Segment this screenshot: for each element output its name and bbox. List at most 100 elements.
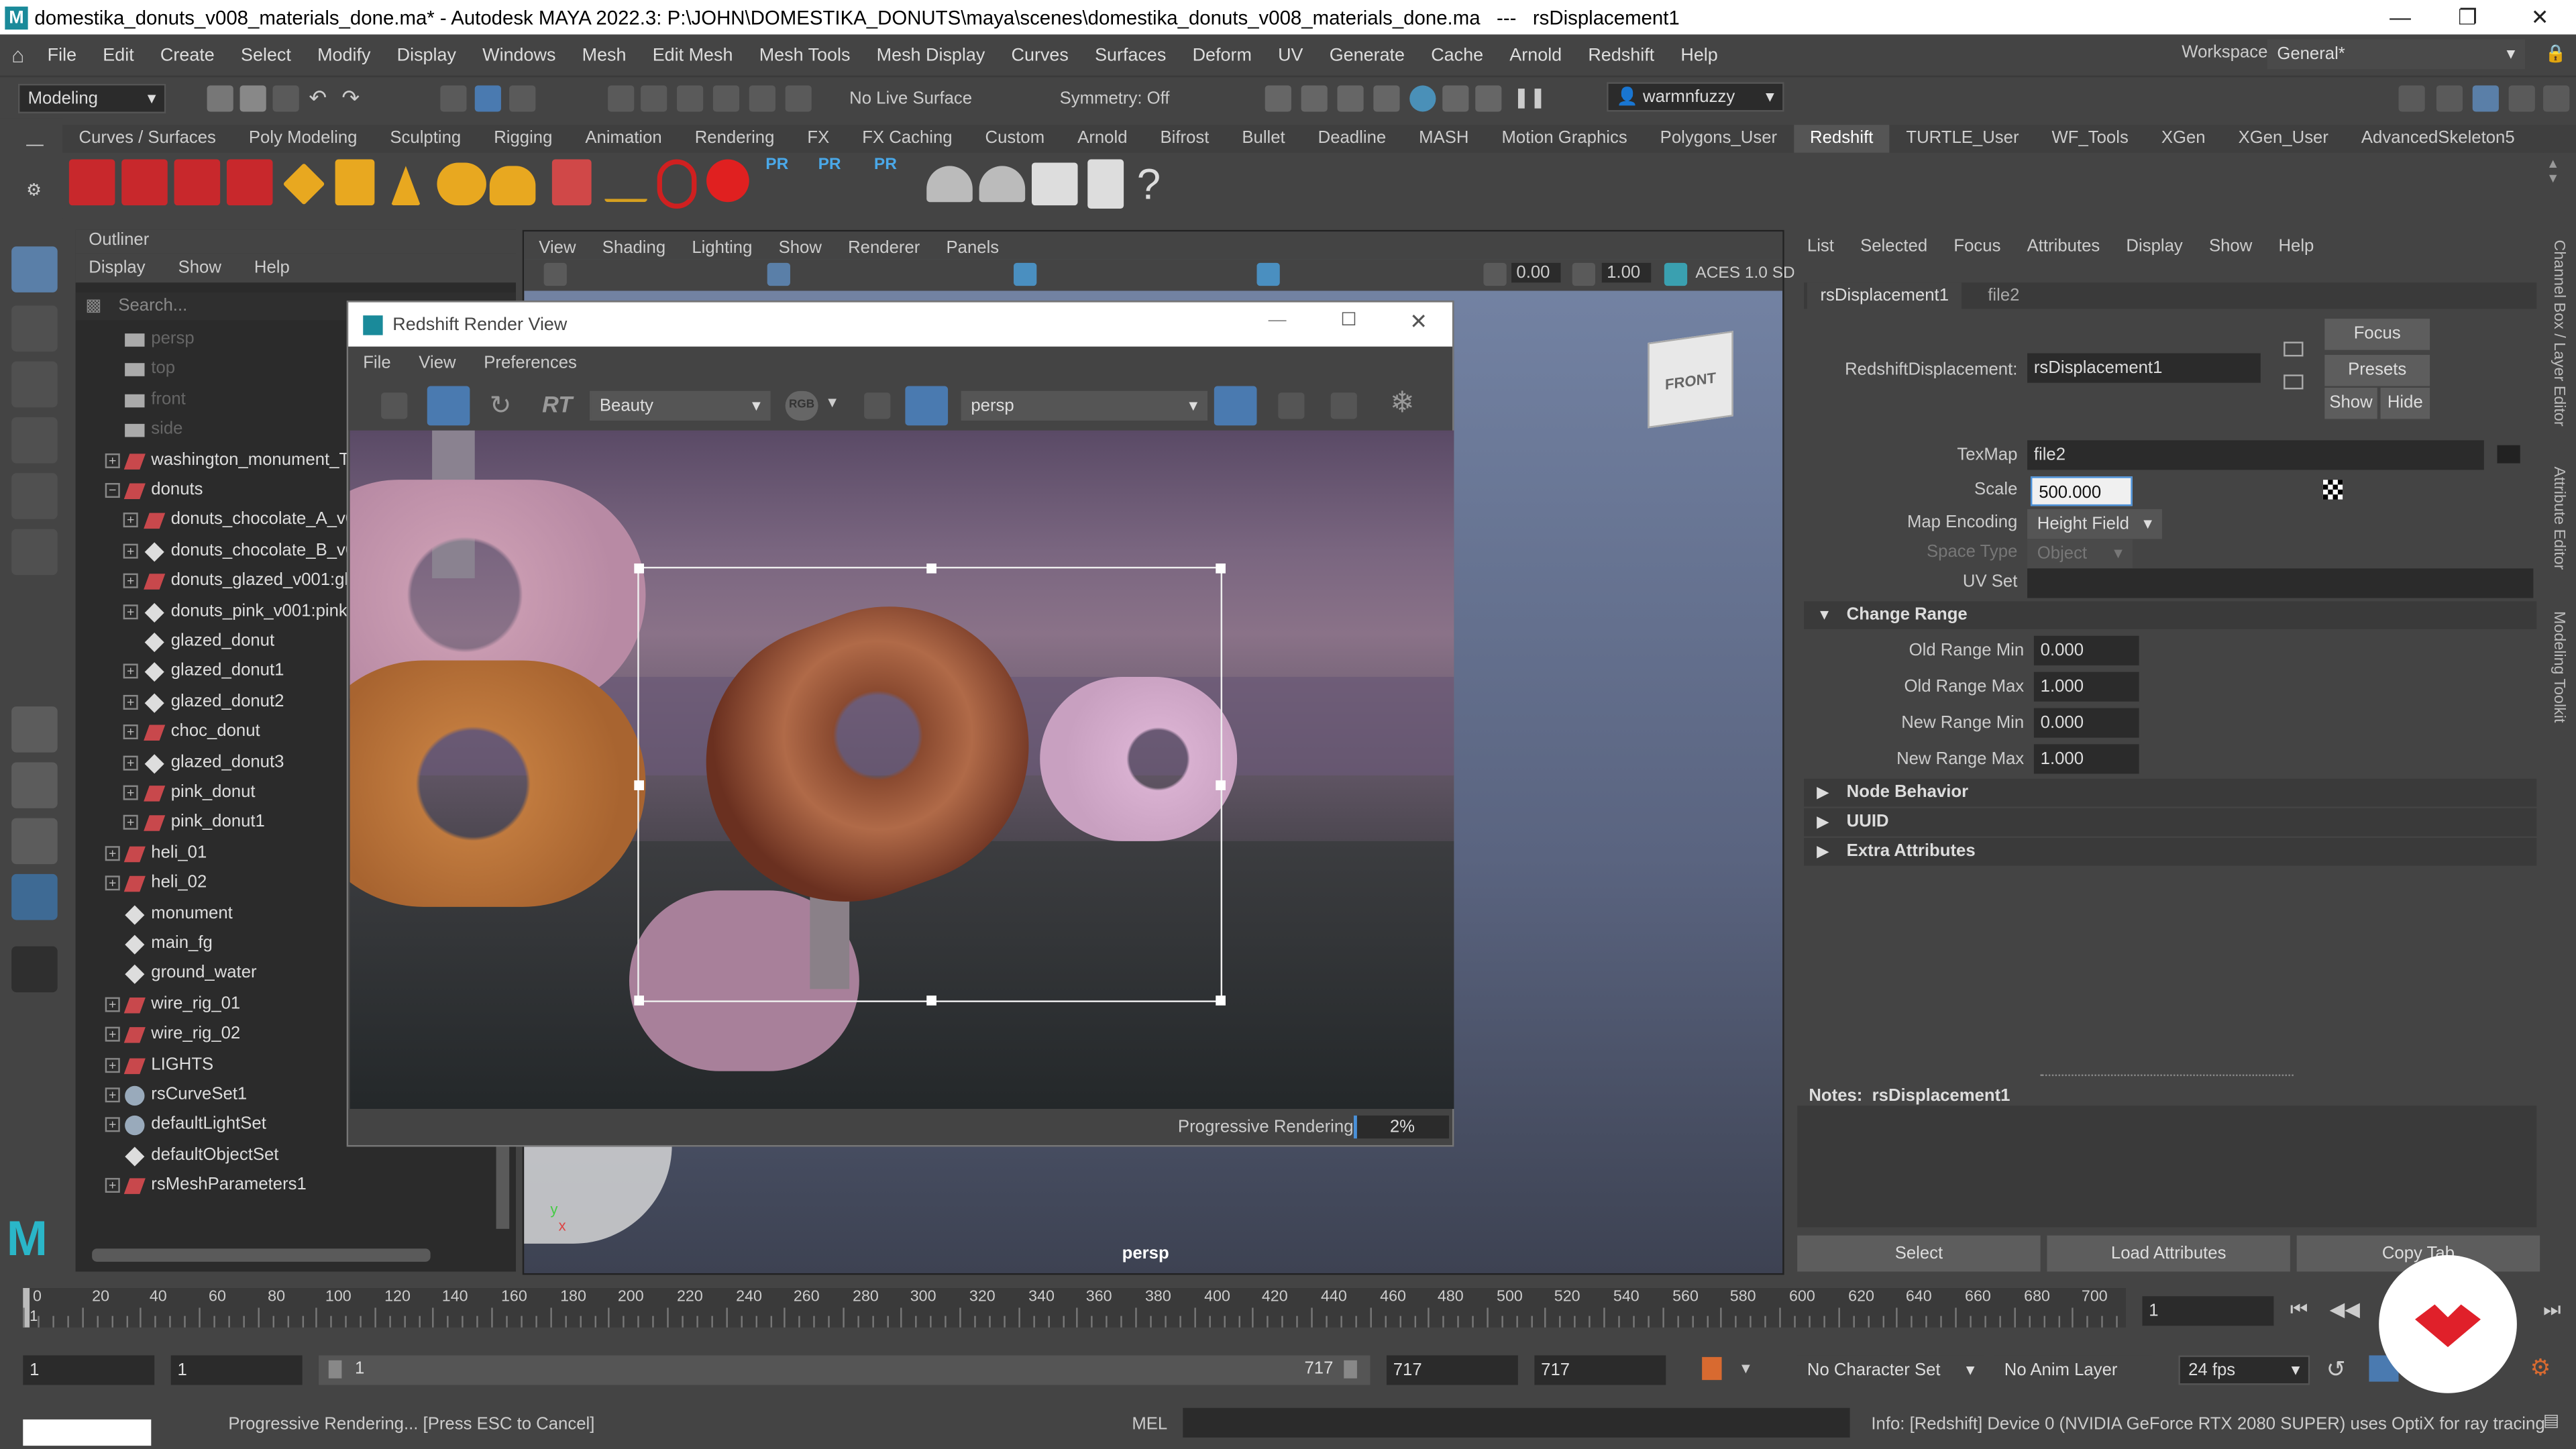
scale-field[interactable]: 500.000 <box>2030 476 2133 506</box>
rs-batch-render-icon[interactable] <box>121 159 168 206</box>
rs-hair-icon[interactable] <box>604 166 647 203</box>
redshift-render-icon[interactable] <box>1409 85 1436 112</box>
uv-set-field[interactable] <box>2027 568 2534 598</box>
new-range-max-field[interactable]: 1.000 <box>2033 744 2139 774</box>
snapshot-icon[interactable] <box>1475 85 1502 112</box>
select-component-icon[interactable] <box>509 85 536 112</box>
two-view-icon[interactable] <box>11 818 58 865</box>
shelf-tab-polygons-user[interactable]: Polygons_User <box>1644 125 1793 153</box>
undo-icon[interactable]: ↶ <box>309 85 335 111</box>
rs-proxy-icon[interactable] <box>551 159 592 206</box>
shelf-tab-advancedskeleton5[interactable]: AdvancedSkeleton5 <box>2345 125 2531 153</box>
shelf-tab-bullet[interactable]: Bullet <box>1226 125 1301 153</box>
anim-layer-dropdown[interactable]: No Anim Layer <box>1994 1355 2153 1385</box>
move-tool-icon[interactable] <box>11 417 58 464</box>
expand-toggle-icon[interactable]: + <box>105 1027 120 1042</box>
rs-proxy-create-icon[interactable]: PR <box>874 156 907 209</box>
redo-icon[interactable]: ↷ <box>341 85 368 111</box>
shelf-tab-redshift[interactable]: Redshift <box>1793 125 1890 153</box>
aov-dropdown[interactable]: Beauty ▾ <box>590 390 771 421</box>
shelf-tab-rigging[interactable]: Rigging <box>478 125 569 153</box>
expand-toggle-icon[interactable]: + <box>123 574 138 589</box>
clapper-icon[interactable] <box>381 392 408 419</box>
snapshot-compare-icon[interactable] <box>1278 392 1305 419</box>
playback-start-field[interactable]: 1 <box>170 1355 303 1385</box>
viewport-menu-shading[interactable]: Shading <box>602 237 665 257</box>
layout-icon-1[interactable] <box>2398 85 2425 112</box>
gamma-icon[interactable] <box>1572 262 1595 286</box>
modeling-toolkit-tab[interactable]: Modeling Toolkit <box>2550 611 2568 722</box>
shelf-tab-sculpting[interactable]: Sculpting <box>374 125 478 153</box>
viewport-menu-panels[interactable]: Panels <box>947 237 1000 257</box>
rs-proxy-export-icon[interactable]: PR <box>765 156 798 209</box>
shelf-tab-animation[interactable]: Animation <box>569 125 678 153</box>
rs-render-view-icon[interactable] <box>68 159 115 206</box>
open-scene-icon[interactable] <box>239 85 266 112</box>
select-object-icon[interactable] <box>474 85 501 112</box>
rs-ipr-icon[interactable] <box>174 159 221 206</box>
presets-button[interactable]: Presets <box>2324 354 2430 386</box>
loop-icon[interactable]: ↺ <box>2326 1355 2346 1383</box>
focus-output-icon[interactable] <box>2284 374 2304 390</box>
shelf-tab-xgen-user[interactable]: XGen_User <box>2222 125 2345 153</box>
focus-button[interactable]: Focus <box>2324 319 2430 350</box>
node-name-field[interactable]: rsDisplacement1 <box>2027 353 2261 383</box>
ipr-icon[interactable] <box>1301 85 1328 112</box>
menu-edit-mesh[interactable]: Edit Mesh <box>653 45 733 64</box>
rs-environment-icon[interactable] <box>979 166 1026 203</box>
region-handle-r[interactable] <box>1216 780 1226 790</box>
scene-start-field[interactable]: 1 <box>23 1355 155 1385</box>
command-history-field[interactable] <box>23 1419 152 1446</box>
shelf-settings-icon[interactable]: ⚙ <box>26 180 42 200</box>
focus-input-icon[interactable] <box>2284 341 2304 357</box>
shelf-tab-motion-graphics[interactable]: Motion Graphics <box>1485 125 1644 153</box>
fps-dropdown[interactable]: 24 fps ▾ <box>2178 1355 2310 1385</box>
expand-toggle-icon[interactable]: + <box>123 755 138 770</box>
shelf-tab-deadline[interactable]: Deadline <box>1301 125 1402 153</box>
checker-map-icon[interactable] <box>2322 480 2343 500</box>
snap-curve-icon[interactable] <box>641 85 667 112</box>
menu-mesh-tools[interactable]: Mesh Tools <box>759 45 851 64</box>
render-view-menu-preferences[interactable]: Preferences <box>484 354 577 373</box>
exposure-icon[interactable] <box>1483 262 1507 286</box>
shelf-tab-turtle-user[interactable]: TURTLE_User <box>1890 125 2035 153</box>
rs-script-icon[interactable] <box>1031 162 1078 206</box>
snap-surface-icon[interactable] <box>712 85 740 112</box>
menu-windows[interactable]: Windows <box>482 45 555 64</box>
extra-attributes-frame[interactable]: ▶ Extra Attributes <box>1804 837 2537 866</box>
channel-box-tab[interactable]: Channel Box / Layer Editor <box>2550 240 2568 427</box>
menu-redshift[interactable]: Redshift <box>1588 45 1654 64</box>
smooth-shade-icon[interactable] <box>1014 262 1037 286</box>
camera-icon[interactable] <box>543 262 567 286</box>
shelf-tab-fx-caching[interactable]: FX Caching <box>846 125 969 153</box>
shelf-tab-bifrost[interactable]: Bifrost <box>1144 125 1226 153</box>
outliner-layout-icon[interactable] <box>11 873 58 920</box>
render-frame-icon[interactable] <box>1265 85 1291 112</box>
attribute-editor-menu-focus[interactable]: Focus <box>1953 237 2000 256</box>
tab-rsdisplacement1[interactable]: rsDisplacement1 <box>1807 282 1962 309</box>
refresh-icon[interactable]: ↻ <box>490 389 512 422</box>
region-handle-l[interactable] <box>634 780 645 790</box>
texmap-connect-icon[interactable] <box>2497 445 2520 464</box>
rotate-tool-icon[interactable] <box>11 473 58 519</box>
uuid-frame[interactable]: ▶ UUID <box>1804 808 2537 837</box>
outliner-menu-help[interactable]: Help <box>254 258 290 277</box>
rs-proxy-import-icon[interactable]: PR <box>818 156 851 209</box>
script-editor-icon[interactable]: ▤ <box>2543 1411 2559 1431</box>
shelf-menu-icon[interactable]: — <box>26 135 44 154</box>
time-ruler[interactable]: 1 0 20 40 60 80 100 120 140 160 180 200 220 240 260 28… <box>23 1288 2127 1328</box>
rs-settings-icon[interactable] <box>226 159 273 206</box>
lock-icon[interactable]: 🔒 <box>2545 43 2567 64</box>
search-icon[interactable] <box>11 946 58 993</box>
character-set-dropdown[interactable]: No Character Set ▾ <box>1797 1355 1985 1385</box>
attribute-editor-menu-selected[interactable]: Selected <box>1860 237 1927 256</box>
maximize-button[interactable]: ❐ <box>2434 0 2500 34</box>
expand-toggle-icon[interactable]: + <box>105 1118 120 1133</box>
character-set-icon[interactable]: ▾ <box>1741 1358 1750 1378</box>
menu-select[interactable]: Select <box>241 45 291 64</box>
expand-toggle-icon[interactable]: + <box>105 997 120 1012</box>
expand-toggle-icon[interactable]: + <box>105 1087 120 1103</box>
minimize-button[interactable]: — <box>2367 0 2433 34</box>
node-behavior-frame[interactable]: ▶ Node Behavior <box>1804 778 2537 807</box>
region-handle-t[interactable] <box>926 564 936 574</box>
